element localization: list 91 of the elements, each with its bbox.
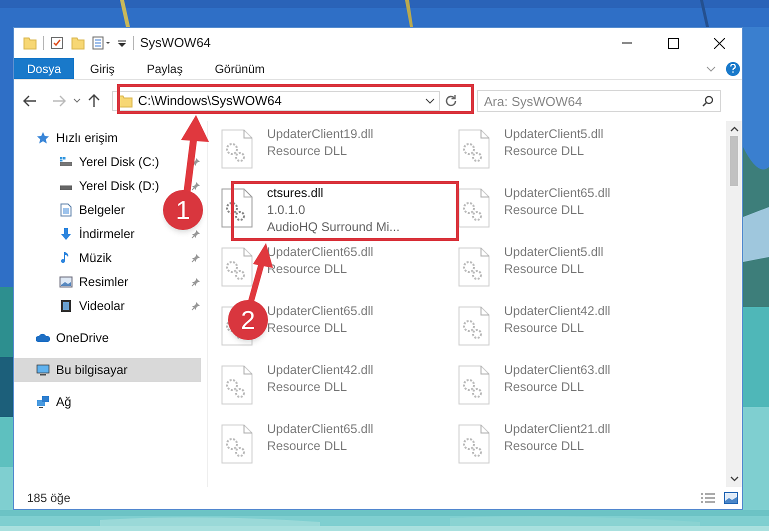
file-name[interactable]: UpdaterClient19.dll <box>267 126 374 142</box>
sidebar-item[interactable]: Yerel Disk (C:) <box>14 150 160 174</box>
file-name[interactable]: UpdaterClient21.dll <box>504 421 610 437</box>
scroll-thumb[interactable] <box>730 136 738 186</box>
cloud-icon <box>36 331 50 345</box>
file-detail: Resource DLL <box>267 379 348 395</box>
maximize-icon[interactable] <box>668 38 678 48</box>
scroll-up-icon[interactable] <box>730 126 738 132</box>
dll-file-icon[interactable] <box>458 129 490 169</box>
pin-icon[interactable] <box>191 253 201 263</box>
scrollbar[interactable] <box>726 121 742 487</box>
download-icon <box>59 227 73 241</box>
close-icon[interactable] <box>714 38 724 48</box>
file-detail: Resource DLL <box>267 438 348 454</box>
file-detail: 1.0.1.0 <box>267 202 306 218</box>
sidebar-item[interactable]: Müzik <box>14 246 112 270</box>
help-icon[interactable] <box>726 62 740 76</box>
file-detail: AudioHQ Surround Mi... <box>267 219 400 235</box>
sidebar-item[interactable]: Yerel Disk (D:) <box>14 174 160 198</box>
folder-icon[interactable] <box>23 36 37 50</box>
dll-file-icon[interactable] <box>221 247 253 287</box>
sidebar-item[interactable]: Belgeler <box>14 198 125 222</box>
dll-file-icon[interactable] <box>221 424 253 464</box>
pin-icon[interactable] <box>191 229 201 239</box>
thumbnail-view-icon[interactable] <box>724 492 738 504</box>
pin-icon[interactable] <box>191 181 201 191</box>
file-name[interactable]: UpdaterClient5.dll <box>504 126 604 142</box>
dll-file-icon[interactable] <box>458 188 490 228</box>
sidebar-item[interactable]: Ağ <box>14 390 72 414</box>
sidebar-item[interactable]: Resimler <box>14 270 128 294</box>
file-name[interactable]: UpdaterClient63.dll <box>504 362 610 378</box>
file-detail: Resource DLL <box>504 261 585 277</box>
computer-icon <box>36 363 50 377</box>
file-detail: Resource DLL <box>504 379 585 395</box>
dll-file-icon[interactable] <box>221 188 253 228</box>
file-name[interactable]: UpdaterClient65.dll <box>267 303 374 319</box>
dll-file-icon[interactable] <box>458 424 490 464</box>
search-icon <box>702 94 714 106</box>
file-name[interactable]: ctsures.dll <box>267 185 400 201</box>
dll-file-icon[interactable] <box>458 365 490 405</box>
up-icon[interactable] <box>88 94 100 108</box>
folder-icon[interactable] <box>71 36 85 50</box>
dll-file-icon[interactable] <box>221 365 253 405</box>
scroll-down-icon[interactable] <box>730 476 738 482</box>
file-detail: Resource DLL <box>504 438 585 454</box>
back-icon[interactable] <box>23 94 37 106</box>
chevron-icon[interactable] <box>706 66 716 72</box>
file-detail: Resource DLL <box>267 143 348 159</box>
item-count: 185 öğe <box>27 490 70 507</box>
file-name[interactable]: UpdaterClient5.dll <box>504 244 604 260</box>
ribbon-tab[interactable]: Paylaş <box>130 58 199 79</box>
dll-file-icon[interactable] <box>221 129 253 169</box>
forward-icon[interactable] <box>52 94 66 106</box>
file-detail: Resource DLL <box>504 143 585 159</box>
star-icon <box>36 131 50 145</box>
sidebar-item[interactable]: İndirmeler <box>14 222 135 246</box>
file-name[interactable]: UpdaterClient65.dll <box>267 244 374 260</box>
sidebar-item[interactable]: Bu bilgisayar <box>14 358 201 382</box>
picture-icon <box>59 275 73 289</box>
sidebar-item[interactable]: Hızlı erişim <box>14 126 118 150</box>
file-detail: Resource DLL <box>504 202 585 218</box>
pin-icon[interactable] <box>191 277 201 287</box>
ribbon-tab[interactable]: Dosya <box>14 58 74 79</box>
dll-file-icon[interactable] <box>458 306 490 346</box>
details-view-icon[interactable] <box>700 492 716 504</box>
sidebar-item[interactable]: Videolar <box>14 294 125 318</box>
file-name[interactable]: UpdaterClient65.dll <box>504 185 610 201</box>
pin-icon[interactable] <box>191 301 201 311</box>
ribbon-tab[interactable]: Görünüm <box>198 58 281 79</box>
minimize-icon[interactable] <box>622 42 632 44</box>
file-detail: Resource DLL <box>504 320 585 336</box>
search-field[interactable]: Ara: SysWOW64 <box>477 90 721 112</box>
drive-icon <box>59 155 73 169</box>
refresh-icon[interactable] <box>444 94 458 108</box>
dropdown-icon[interactable] <box>425 98 435 104</box>
ribbon-tab[interactable]: Giriş <box>74 58 131 79</box>
file-name[interactable]: UpdaterClient42.dll <box>504 303 610 319</box>
file-detail: Resource DLL <box>267 320 348 336</box>
dll-file-icon[interactable] <box>458 247 490 287</box>
window-title: SysWOW64 <box>140 34 211 52</box>
file-detail: Resource DLL <box>267 261 348 277</box>
document-icon <box>59 203 73 217</box>
file-name[interactable]: UpdaterClient42.dll <box>267 362 374 378</box>
film-icon <box>59 299 73 313</box>
network-icon <box>36 395 50 409</box>
file-name[interactable]: UpdaterClient65.dll <box>267 421 374 437</box>
checklist-icon[interactable] <box>50 36 64 50</box>
pin-icon[interactable] <box>191 157 201 167</box>
properties-icon[interactable] <box>92 36 112 50</box>
sidebar-item[interactable]: OneDrive <box>14 326 109 350</box>
address-field[interactable]: C:\Windows\SysWOW64 <box>112 90 440 110</box>
